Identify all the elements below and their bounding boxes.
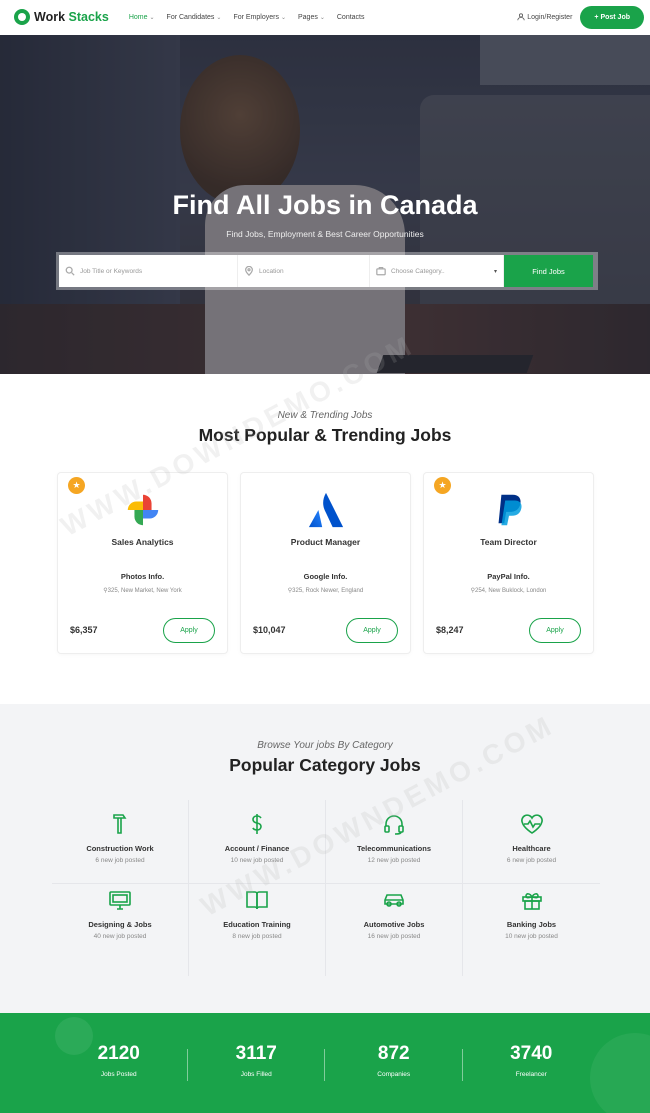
monitor-icon xyxy=(109,891,131,910)
job-title[interactable]: Team Director xyxy=(424,537,593,547)
chevron-down-icon: ⌄ xyxy=(280,14,286,21)
chevron-down-icon: ⌄ xyxy=(216,14,222,21)
hammer-icon xyxy=(113,814,127,834)
main-menu: Home ⌄ For Candidates ⌄ For Employers ⌄ Pag… xyxy=(129,14,365,21)
apply-button[interactable]: Apply xyxy=(346,618,398,643)
company-name: Photos Info. xyxy=(120,572,165,581)
gift-icon xyxy=(521,893,542,910)
trending-subtitle: New & Trending Jobs xyxy=(277,410,373,421)
search-icon xyxy=(65,266,75,276)
category-item[interactable]: Construction Work 6 new job posted xyxy=(52,800,189,884)
nav-item-for-employers[interactable]: For Employers ⌄ xyxy=(233,14,286,21)
login-register-link[interactable]: Login/Register xyxy=(517,13,572,21)
hero-title: Find All Jobs in Canada xyxy=(172,190,478,220)
nav-item-pages[interactable]: Pages ⌄ xyxy=(298,14,325,21)
headset-icon xyxy=(384,815,404,835)
user-icon xyxy=(517,13,525,21)
stat-freelancer: 3740 Freelancer xyxy=(510,1043,553,1078)
apply-button[interactable]: Apply xyxy=(163,618,215,643)
find-jobs-button[interactable]: Find Jobs xyxy=(504,255,593,287)
keyword-input[interactable]: Job Title or Keywords xyxy=(59,255,238,287)
chevron-down-icon: ⌄ xyxy=(319,14,325,21)
job-salary: $6,357 xyxy=(70,625,98,635)
dollar-icon xyxy=(252,814,262,834)
heart-pulse-icon xyxy=(520,814,543,834)
location-input[interactable]: Location xyxy=(238,255,370,287)
category-section-header: Browse Your jobs By Category Popular Cat… xyxy=(0,740,650,776)
trending-jobs-section: New & Trending Jobs Most Popular & Trend… xyxy=(0,410,650,654)
nav-item-home[interactable]: Home ⌄ xyxy=(129,14,155,21)
top-navbar: Work Stacks Home ⌄ For Candidates ⌄ For Em… xyxy=(0,0,650,34)
category-subtitle: Browse Your jobs By Category xyxy=(257,740,393,751)
category-item[interactable]: Designing & Jobs 40 new job posted xyxy=(52,884,189,976)
nav-item-for-candidates[interactable]: For Candidates ⌄ xyxy=(167,14,222,21)
trending-title: Most Popular & Trending Jobs xyxy=(198,425,452,445)
category-item[interactable]: Healthcare 6 new job posted xyxy=(463,800,600,884)
hero-subtitle: Find Jobs, Employment & Best Career Oppo… xyxy=(226,229,424,239)
category-item[interactable]: Banking Jobs 10 new job posted xyxy=(463,884,600,976)
job-card[interactable]: ★ Sales Analytics Photos Info. ⚲325, New… xyxy=(57,472,228,654)
featured-star-icon: ★ xyxy=(434,477,451,494)
hero-banner: Find All Jobs in Canada Find Jobs, Emplo… xyxy=(0,35,650,374)
category-title: Popular Category Jobs xyxy=(229,755,421,775)
stat-companies: 872 Companies xyxy=(325,1043,463,1081)
logo-text-part2: Stacks xyxy=(68,10,109,24)
job-search-bar: Job Title or Keywords Location Choose Ca… xyxy=(56,252,598,290)
job-card[interactable]: ★ Team Director PayPal Info. ⚲254, New B… xyxy=(423,472,594,654)
job-location: 325, Rock Newer, England xyxy=(292,588,364,594)
car-icon xyxy=(384,894,404,907)
job-salary: $10,047 xyxy=(253,625,286,635)
featured-star-icon: ★ xyxy=(68,477,85,494)
site-logo[interactable]: Work Stacks xyxy=(14,9,109,25)
job-title[interactable]: Sales Analytics xyxy=(58,537,227,547)
nav-item-contacts[interactable]: Contacts xyxy=(337,14,365,21)
logo-text-part1: Work xyxy=(34,10,66,24)
map-pin-icon xyxy=(245,266,253,276)
stat-jobs-filled: 3117 Jobs Filled xyxy=(188,1043,326,1081)
category-item[interactable]: Automotive Jobs 16 new job posted xyxy=(326,884,463,976)
job-salary: $8,247 xyxy=(436,625,464,635)
stat-jobs-posted: 2120 Jobs Posted xyxy=(50,1043,188,1081)
job-location: 254, New Buklock, London xyxy=(475,588,547,594)
apply-button[interactable]: Apply xyxy=(529,618,581,643)
google-photos-logo xyxy=(127,494,158,526)
company-name: Google Info. xyxy=(303,572,348,581)
atlassian-logo xyxy=(308,492,343,528)
logo-icon xyxy=(14,9,30,25)
category-grid: Construction Work 6 new job posted Accou… xyxy=(52,800,600,976)
briefcase-icon xyxy=(376,267,386,276)
paypal-logo xyxy=(498,494,522,526)
category-item[interactable]: Account / Finance 10 new job posted xyxy=(189,800,326,884)
company-name: PayPal Info. xyxy=(487,572,530,581)
job-location: 325, New Market, New York xyxy=(107,588,182,594)
job-card[interactable]: Product Manager Google Info. ⚲325, Rock … xyxy=(240,472,411,654)
category-item[interactable]: Telecommunications 12 new job posted xyxy=(326,800,463,884)
post-job-button[interactable]: + Post Job xyxy=(580,5,644,29)
category-item[interactable]: Education Training 8 new job posted xyxy=(189,884,326,976)
job-title[interactable]: Product Manager xyxy=(241,537,410,547)
stats-banner: 2120 Jobs Posted 3117 Jobs Filled 872 Co… xyxy=(0,1013,650,1113)
book-icon xyxy=(246,891,268,910)
category-select[interactable]: Choose Category.. ▾ xyxy=(370,255,504,287)
chevron-down-icon: ⌄ xyxy=(149,14,155,21)
dropdown-arrow-icon: ▾ xyxy=(493,268,497,275)
